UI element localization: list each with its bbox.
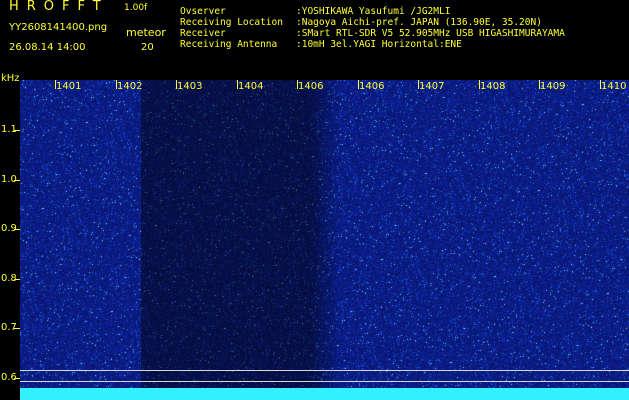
reference-line-lower — [20, 381, 629, 382]
info-row-receiver: Receiver :SMart RTL-SDR V5 52.905MHz USB … — [180, 28, 565, 39]
info-key: Receiving Antenna — [180, 39, 278, 50]
info-value: :Nagoya Aichi-pref. JAPAN (136.90E, 35.2… — [296, 17, 542, 28]
info-value: :YOSHIKAWA Yasufumi /JG2MLI — [296, 6, 451, 17]
y-tick-label: 1.0 — [1, 174, 17, 185]
y-unit-label: kHz — [1, 73, 20, 84]
info-key: Receiver — [180, 28, 226, 39]
y-tick-label: 0.9 — [1, 223, 17, 234]
app-title: HROFFT — [9, 0, 109, 14]
y-tick-label: 0.6 — [1, 372, 17, 383]
x-tick-label: 1407 — [419, 81, 445, 92]
y-tick-label: 1.1 — [1, 124, 17, 135]
station-info: Ovserver :YOSHIKAWA Yasufumi /JG2MLI Rece… — [180, 6, 565, 50]
baseline-band — [20, 388, 629, 400]
spectrogram — [20, 80, 629, 400]
x-tick-label: 1402 — [117, 81, 143, 92]
info-row-antenna: Receiving Antenna :10mH 3el.YAGI Horizont… — [180, 39, 565, 50]
info-row-location: Receiving Location :Nagoya Aichi-pref. JA… — [180, 17, 565, 28]
y-tick-label: 0.8 — [1, 273, 17, 284]
hrofft-window: HROFFT 1.00f YY2608141400.png 26.08.14 1… — [0, 0, 629, 400]
reference-line-upper — [20, 370, 629, 371]
x-tick-label: 1409 — [540, 81, 566, 92]
version-label: 1.00f — [124, 3, 148, 13]
spectrogram-noise — [20, 80, 629, 400]
info-row-observer: Ovserver :YOSHIKAWA Yasufumi /JG2MLI — [180, 6, 565, 17]
info-value: :SMart RTL-SDR V5 52.905MHz USB HIGASHIM… — [296, 28, 565, 39]
x-tick-label: 1403 — [177, 81, 203, 92]
x-tick-label: 1410 — [601, 81, 627, 92]
info-key: Ovserver — [180, 6, 226, 17]
x-tick-label: 1404 — [238, 81, 264, 92]
info-value: :10mH 3el.YAGI Horizontal:ENE — [296, 39, 462, 50]
x-tick-label: 1408 — [480, 81, 506, 92]
x-tick-label: 1406 — [298, 81, 324, 92]
info-key: Receiving Location — [180, 17, 283, 28]
meteor-count: 20 — [141, 42, 154, 53]
datetime-label: 26.08.14 14:00 — [9, 42, 86, 53]
x-tick-label: 1401 — [56, 81, 82, 92]
x-tick-label: 1406 — [359, 81, 385, 92]
meteor-label: meteor — [126, 26, 166, 39]
y-tick-label: 0.7 — [1, 322, 17, 333]
filename-label: YY2608141400.png — [9, 22, 108, 33]
